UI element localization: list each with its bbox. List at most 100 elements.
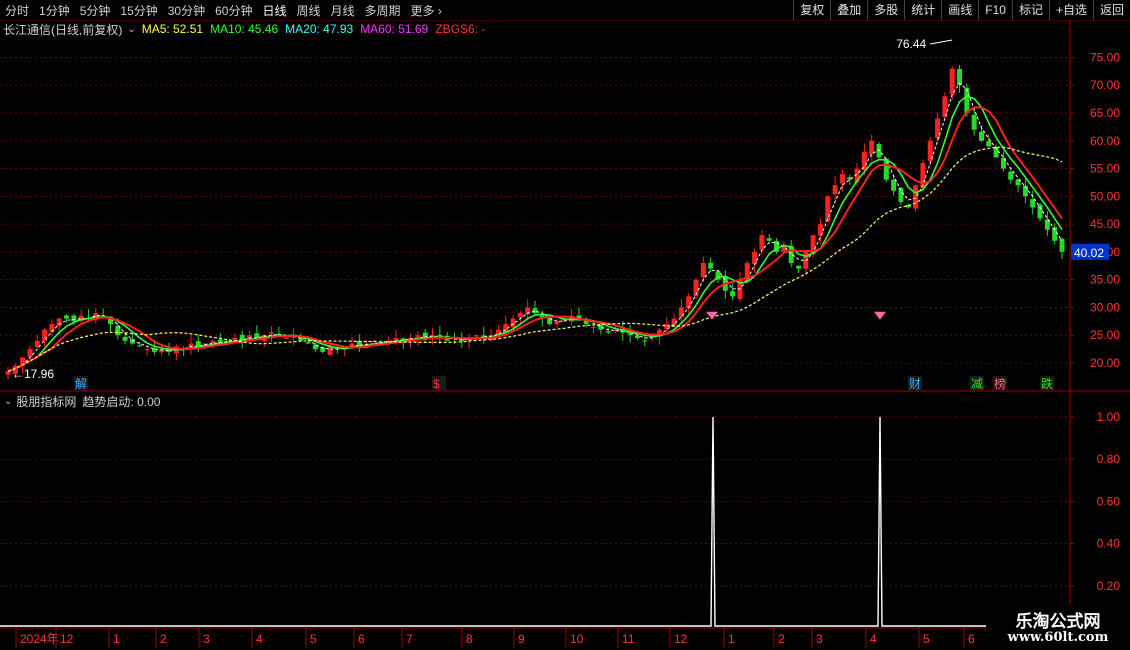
candle-body [759,235,765,250]
event-marker: $ [433,377,440,391]
x-tick-label: 3 [816,632,823,646]
candle-body [986,141,992,147]
candle-body [796,265,801,269]
y-tick-label: 50.00 [1090,189,1120,203]
candle-body [1059,238,1065,252]
low-price-label: ←17.96 [12,367,54,381]
candle-body [283,338,289,339]
y-tick-label: 75.00 [1090,50,1120,64]
x-tick-label: 1 [113,632,120,646]
candle-body [971,114,977,130]
indicator-tick-label: 0.60 [1097,494,1121,508]
candle-body [634,335,640,338]
candle-body [964,87,970,113]
candle-body [64,315,70,319]
candle-body [949,68,955,95]
y-tick-label: 55.00 [1090,162,1120,176]
candle-body [957,69,963,86]
candle-body [137,345,143,347]
y-tick-label: 25.00 [1090,328,1120,342]
x-tick-label: 5 [923,632,930,646]
candle-body [839,174,845,184]
candle-body [42,329,48,341]
high-price-label: 76.44 [896,37,926,51]
y-tick-label: 60.00 [1090,134,1120,148]
event-marker: 解 [75,377,87,391]
candle-body [913,185,919,209]
y-tick-label: 70.00 [1090,78,1120,92]
ma5-line [7,82,1063,372]
indicator-line [0,416,1070,627]
y-tick-label: 20.00 [1090,356,1120,370]
x-tick-label: 4 [256,632,263,646]
candle-body [517,313,523,318]
candle-body [71,315,77,322]
high-arrow [930,39,953,45]
watermark-line2: www.60lt.com [1007,630,1109,645]
event-marker: 财 [909,377,921,391]
y-tick-label: 45.00 [1090,217,1120,231]
x-tick-label: 1 [728,632,735,646]
candle-body [327,346,333,356]
candle-body [232,338,238,341]
x-tick-label: 8 [466,632,473,646]
candle-body [5,371,11,375]
candle-body [766,238,772,241]
candle-body [883,158,889,180]
ma10-line [7,95,1063,373]
candle-body [269,332,274,334]
x-tick-label: 2 [160,632,167,646]
candle-body [122,336,128,341]
candle-body [708,262,714,269]
event-marker: 减 [971,377,983,391]
indicator-tick-label: 1.00 [1097,410,1121,424]
indicator-tick-label: 0.80 [1097,452,1121,466]
x-tick-label: 12 [674,632,688,646]
candle-body [825,196,831,222]
watermark-line1: 乐淘公式网 [1015,612,1101,632]
candle-body [730,291,736,297]
x-tick-label: 7 [406,632,413,646]
candle-body [781,246,787,252]
x-tick-label: 6 [968,632,975,646]
candle-body [27,349,33,357]
candle-body [56,318,62,327]
y-tick-label: 35.00 [1090,273,1120,287]
candle-body [1008,171,1014,180]
candle-body [752,251,758,264]
candle-body [254,333,260,338]
indicator-tick-label: 0.40 [1097,537,1121,551]
candle-body [473,335,479,337]
event-marker: 跌 [1041,376,1053,391]
x-tick-label: 6 [358,632,365,646]
x-tick-label: 2 [778,632,785,646]
event-marker: 榜 [994,376,1006,391]
y-tick-label: 30.00 [1090,300,1120,314]
candle-body [869,140,875,155]
signal-marker [874,311,886,320]
indicator-tick-label: 0.20 [1097,579,1121,593]
x-tick-label: 3 [203,632,210,646]
x-tick-label: 10 [570,632,584,646]
candle-body [510,318,516,328]
candle-body [891,179,897,191]
candle-body [832,185,838,195]
candle-body [861,151,867,170]
candle-body [144,349,150,351]
candle-body [532,308,538,313]
x-tick-label: 11 [622,632,635,646]
candle-body [678,307,684,318]
candle-body [305,342,311,344]
x-tick-label: 9 [518,632,525,646]
candle-body [978,131,984,141]
y-tick-label: 65.00 [1090,106,1120,120]
candle-body [415,335,421,337]
chart-canvas[interactable]: 20.0025.0030.0035.0040.0045.0050.0055.00… [0,0,1130,650]
x-tick-label: 12 [60,632,74,646]
watermark: 乐淘公式网 www.60lt.com [986,604,1130,650]
candle-body [700,263,706,278]
x-tick-label: 2024年 [20,632,59,646]
candle-body [1030,199,1036,208]
candle-body [642,340,648,342]
x-tick-label: 5 [310,632,317,646]
